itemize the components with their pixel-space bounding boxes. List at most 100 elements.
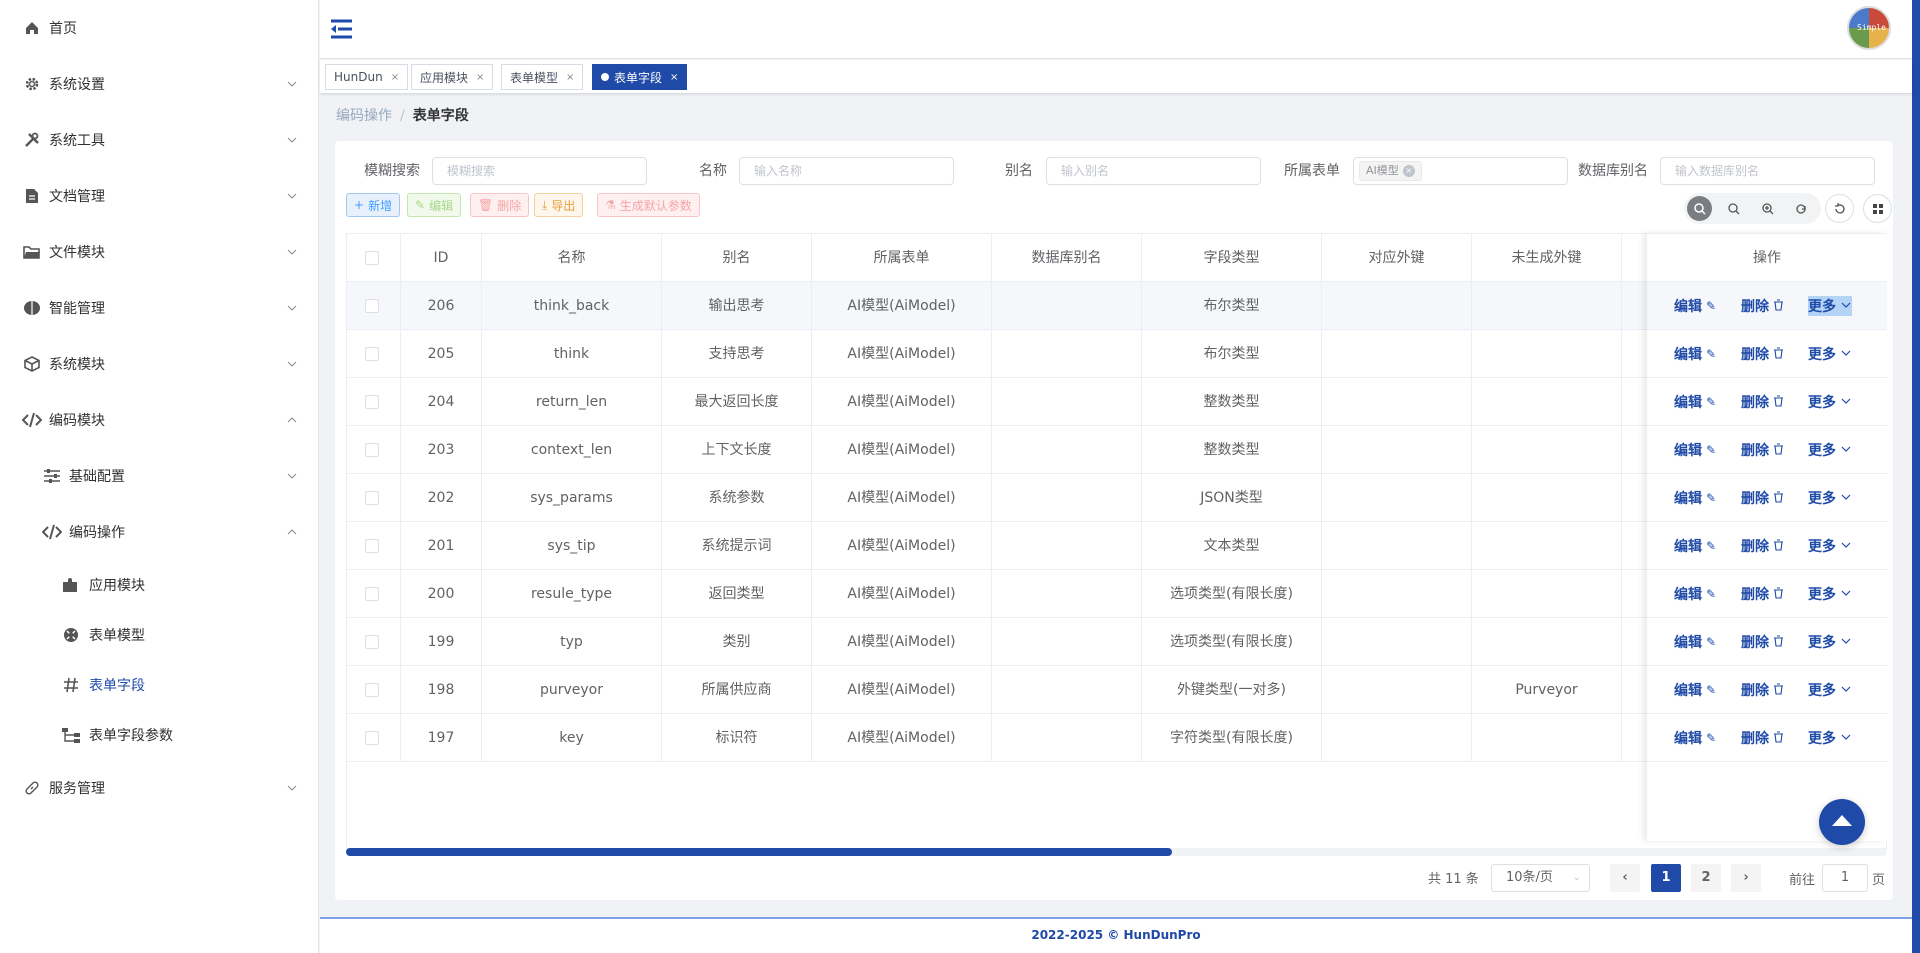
next-page-button[interactable]: › [1731, 864, 1761, 892]
row-delete-button[interactable]: 删除 [1741, 584, 1784, 604]
fuzzy-search-input[interactable]: 模糊搜索 [432, 157, 647, 185]
row-checkbox[interactable] [365, 731, 379, 745]
generate-default-params-button[interactable]: ⚗ 生成默认参数 [597, 193, 700, 217]
row-more-dropdown[interactable]: 更多 [1808, 632, 1852, 652]
row-more-dropdown[interactable]: 更多 [1808, 728, 1852, 748]
row-delete-button[interactable]: 删除 [1741, 728, 1784, 748]
add-button[interactable]: + 新增 [346, 193, 401, 217]
sidebar-item-system-settings[interactable]: 系统设置 [0, 56, 319, 112]
row-checkbox[interactable] [365, 539, 379, 553]
sidebar-item-app-module[interactable]: 应用模块 [0, 560, 319, 610]
search-icon[interactable] [1721, 196, 1746, 221]
header-id[interactable]: ID [401, 234, 482, 282]
row-edit-button[interactable]: 编辑 ✎ [1674, 296, 1716, 316]
row-edit-button[interactable]: 编辑 ✎ [1674, 536, 1716, 556]
horizontal-scrollbar-thumb[interactable] [346, 848, 1172, 856]
avatar[interactable]: Simple [1847, 6, 1891, 50]
refresh-search-icon[interactable] [1788, 196, 1813, 221]
tab-hundun[interactable]: HunDun × [325, 64, 409, 90]
sidebar-item-code-module[interactable]: 编码模块 [0, 392, 319, 448]
row-checkbox[interactable] [365, 491, 379, 505]
zoom-in-icon[interactable] [1755, 196, 1780, 221]
goto-page-input[interactable]: 1 [1822, 864, 1868, 892]
sidebar-item-form-field[interactable]: 表单字段 [0, 660, 319, 710]
close-icon[interactable]: × [566, 72, 574, 83]
row-delete-button[interactable]: 删除 [1741, 344, 1784, 364]
header-alias[interactable]: 别名 [662, 234, 812, 282]
row-checkbox[interactable] [365, 299, 379, 313]
row-delete-button[interactable]: 删除 [1741, 488, 1784, 508]
search-circle-icon[interactable] [1687, 196, 1712, 221]
close-icon[interactable]: × [391, 72, 399, 83]
sidebar-item-files[interactable]: 文件模块 [0, 224, 319, 280]
export-button[interactable]: ⤓ 导出 [534, 193, 584, 217]
row-delete-button[interactable]: 删除 [1741, 392, 1784, 412]
sidebar-item-base-config[interactable]: 基础配置 [0, 448, 319, 504]
db-alias-input[interactable]: 输入数据库别名 [1660, 157, 1875, 185]
select-all-checkbox[interactable] [365, 251, 379, 265]
row-more-dropdown[interactable]: 更多 [1808, 680, 1852, 700]
row-more-dropdown[interactable]: 更多 [1808, 440, 1852, 460]
row-checkbox[interactable] [365, 683, 379, 697]
row-delete-button[interactable]: 删除 [1741, 296, 1784, 316]
tab-app-module[interactable]: 应用模块 × [411, 64, 494, 90]
name-input[interactable]: 输入名称 [739, 157, 954, 185]
tab-form-model[interactable]: 表单模型 × [501, 64, 584, 90]
row-delete-button[interactable]: 删除 [1741, 632, 1784, 652]
row-edit-button[interactable]: 编辑 ✎ [1674, 632, 1716, 652]
close-icon[interactable]: × [1402, 165, 1415, 177]
close-icon[interactable]: × [476, 72, 484, 83]
header-form[interactable]: 所属表单 [812, 234, 992, 282]
header-db-alias[interactable]: 数据库别名 [992, 234, 1142, 282]
alias-input[interactable]: 输入别名 [1046, 157, 1261, 185]
breadcrumb-parent[interactable]: 编码操作 [336, 108, 392, 124]
header-foreign-key[interactable]: 对应外键 [1322, 234, 1472, 282]
row-edit-button[interactable]: 编辑 ✎ [1674, 680, 1716, 700]
row-select-cell [347, 330, 401, 378]
row-delete-button[interactable]: 删除 [1741, 440, 1784, 460]
page-size-select[interactable]: 10条/页 ⌄ [1491, 864, 1590, 892]
row-checkbox[interactable] [365, 347, 379, 361]
hamburger-icon[interactable] [330, 19, 353, 39]
row-delete-button[interactable]: 删除 [1741, 680, 1784, 700]
row-checkbox[interactable] [365, 635, 379, 649]
row-delete-button[interactable]: 删除 [1741, 536, 1784, 556]
back-to-top-button[interactable] [1819, 799, 1865, 845]
header-field-type[interactable]: 字段类型 [1142, 234, 1322, 282]
page-2-button[interactable]: 2 [1691, 864, 1721, 892]
sidebar-item-form-field-params[interactable]: 表单字段参数 [0, 710, 319, 760]
sidebar-item-system-tools[interactable]: 系统工具 [0, 112, 319, 168]
row-edit-button[interactable]: 编辑 ✎ [1674, 344, 1716, 364]
row-more-dropdown[interactable]: 更多 [1808, 392, 1852, 412]
sidebar-item-docs[interactable]: 文档管理 [0, 168, 319, 224]
sidebar-item-ai[interactable]: 智能管理 [0, 280, 319, 336]
edit-button[interactable]: ✎ 编辑 [407, 193, 462, 217]
header-name[interactable]: 名称 [482, 234, 662, 282]
row-more-dropdown[interactable]: 更多 [1808, 584, 1852, 604]
row-checkbox[interactable] [365, 443, 379, 457]
sidebar-item-code-ops[interactable]: 编码操作 [0, 504, 319, 560]
header-ungenerated-fk[interactable]: 未生成外键 [1472, 234, 1622, 282]
sidebar-item-system-module[interactable]: 系统模块 [0, 336, 319, 392]
tab-form-field[interactable]: 表单字段 × [592, 64, 688, 90]
row-edit-button[interactable]: 编辑 ✎ [1674, 728, 1716, 748]
row-edit-button[interactable]: 编辑 ✎ [1674, 392, 1716, 412]
grid-view-button[interactable] [1863, 194, 1892, 223]
row-edit-button[interactable]: 编辑 ✎ [1674, 584, 1716, 604]
row-more-dropdown[interactable]: 更多 [1808, 488, 1852, 508]
row-more-dropdown[interactable]: 更多 [1808, 296, 1852, 316]
sidebar-item-service[interactable]: 服务管理 [0, 760, 319, 816]
page-1-button[interactable]: 1 [1651, 864, 1681, 892]
sidebar-item-form-model[interactable]: 表单模型 [0, 610, 319, 660]
delete-button[interactable]: 🗑 删除 [470, 193, 530, 217]
refresh-button[interactable] [1825, 194, 1854, 223]
row-more-dropdown[interactable]: 更多 [1808, 344, 1852, 364]
row-more-dropdown[interactable]: 更多 [1808, 536, 1852, 556]
prev-page-button[interactable]: ‹ [1610, 864, 1640, 892]
sidebar-item-home[interactable]: 首页 [0, 0, 319, 56]
row-checkbox[interactable] [365, 395, 379, 409]
row-checkbox[interactable] [365, 587, 379, 601]
row-edit-button[interactable]: 编辑 ✎ [1674, 488, 1716, 508]
row-edit-button[interactable]: 编辑 ✎ [1674, 440, 1716, 460]
close-icon[interactable]: × [670, 72, 678, 83]
